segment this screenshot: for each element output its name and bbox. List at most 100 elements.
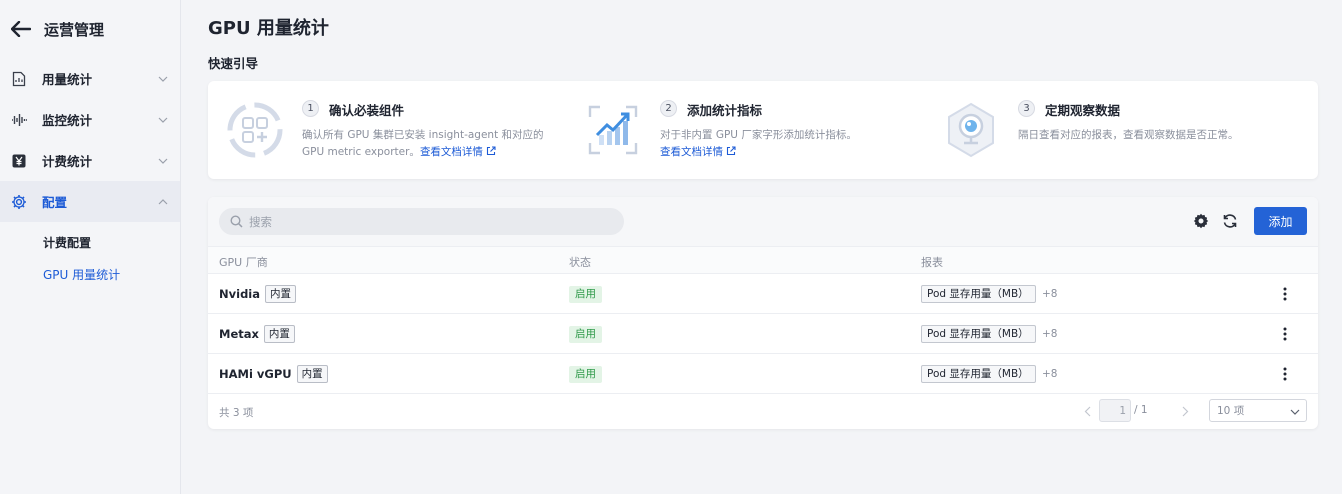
sidebar-title: 运营管理 <box>44 20 105 39</box>
step-number: 1 <box>302 100 319 117</box>
vendor-cell: Nvidia 内置 <box>219 274 296 314</box>
chevron-down-icon <box>158 115 168 125</box>
sidebar-header: 运营管理 <box>0 0 180 58</box>
step-description-line: 隔日查看对应的报表，查看观察数据是否正常。 <box>1018 129 1239 141</box>
search-input[interactable] <box>249 214 609 229</box>
doc-link-label: 查看文档详情 <box>419 146 483 158</box>
status-badge: 启用 <box>569 285 602 303</box>
builtin-tag: 内置 <box>296 365 328 383</box>
step-description-line-2: GPU metric exporter。查看文档详情 <box>302 144 544 161</box>
sidebar-subitem-billing-config[interactable]: 计费配置 <box>0 226 180 258</box>
chevron-down-icon <box>1290 406 1300 418</box>
yen-icon <box>11 153 27 169</box>
components-illustration-icon <box>224 99 286 161</box>
step-description: 对于非内置 GPU 厂家字形添加统计指标。 查看文档详情 <box>660 127 857 161</box>
guide-title: 快速引导 <box>208 56 259 71</box>
doc-link[interactable]: 查看文档详情 <box>660 146 736 158</box>
vendor-name: Nvidia <box>219 287 260 301</box>
back-arrow-icon[interactable] <box>10 18 32 40</box>
pagination-bar: 共 3 项 / 1 10 项 <box>208 394 1318 429</box>
document-chart-icon <box>11 71 27 87</box>
step-description: 隔日查看对应的报表，查看观察数据是否正常。 <box>1018 127 1239 144</box>
report-tag: Pod 显存用量（MB） <box>921 365 1036 383</box>
next-page-chevron-right-icon[interactable] <box>1178 404 1192 418</box>
chevron-up-icon <box>158 197 168 207</box>
more-reports-count[interactable]: +8 <box>1042 328 1057 340</box>
report-cell: Pod 显存用量（MB） +8 <box>921 274 1057 314</box>
sidebar: 运营管理 用量统计 监控统计 计费统计 配置 计费配置 GPU 用量统计 <box>0 0 181 494</box>
report-cell: Pod 显存用量（MB） +8 <box>921 354 1057 394</box>
sidebar-item-monitor[interactable]: 监控统计 <box>0 99 180 140</box>
report-tag: Pod 显存用量（MB） <box>921 325 1036 343</box>
observe-illustration-icon <box>940 99 1002 161</box>
waveform-icon <box>11 112 27 128</box>
step-title: 确认必装组件 <box>329 103 405 118</box>
report-tag: Pod 显存用量（MB） <box>921 285 1036 303</box>
total-pages: / 1 <box>1134 404 1148 416</box>
external-link-icon <box>486 146 496 156</box>
sidebar-item-label: 计费统计 <box>42 154 93 169</box>
add-button[interactable]: 添加 <box>1254 207 1307 235</box>
table-row[interactable]: HAMi vGPU 内置 启用 Pod 显存用量（MB） +8 <box>208 354 1318 394</box>
status-cell: 启用 <box>569 354 602 394</box>
step-description-line: 确认所有 GPU 集群已安装 insight-agent 和对应的 <box>302 129 544 141</box>
step-description-line-2: 查看文档详情 <box>660 144 857 161</box>
table-header: GPU 厂商 状态 报表 <box>208 246 1318 274</box>
step-description-text: GPU metric exporter。 <box>302 146 420 158</box>
table-row[interactable]: Metax 内置 启用 Pod 显存用量（MB） +8 <box>208 314 1318 354</box>
sidebar-subitem-gpu-usage[interactable]: GPU 用量统计 <box>0 258 180 290</box>
chevron-down-icon <box>158 156 168 166</box>
step-title: 定期观察数据 <box>1045 103 1121 118</box>
vendor-name: HAMi vGPU <box>219 367 292 381</box>
sidebar-item-label: 监控统计 <box>42 113 93 128</box>
page-number-input[interactable] <box>1099 399 1131 422</box>
row-actions-kebab-icon[interactable] <box>1278 326 1292 342</box>
more-reports-count[interactable]: +8 <box>1042 288 1057 300</box>
status-cell: 启用 <box>569 314 602 354</box>
status-badge: 启用 <box>569 325 602 343</box>
report-cell: Pod 显存用量（MB） +8 <box>921 314 1057 354</box>
doc-link[interactable]: 查看文档详情 <box>420 146 496 158</box>
vendor-table-card: 添加 GPU 厂商 状态 报表 Nvidia 内置 启用 Pod 显存用量（MB… <box>208 197 1318 429</box>
column-header-report[interactable]: 报表 <box>921 254 943 270</box>
refresh-icon[interactable] <box>1221 212 1239 230</box>
sidebar-item-label: 用量统计 <box>42 72 93 87</box>
row-actions-kebab-icon[interactable] <box>1278 286 1292 302</box>
table-row[interactable]: Nvidia 内置 启用 Pod 显存用量（MB） +8 <box>208 274 1318 314</box>
page-size-value: 10 项 <box>1217 405 1245 417</box>
sidebar-item-usage[interactable]: 用量统计 <box>0 58 180 99</box>
step-description-line: 对于非内置 GPU 厂家字形添加统计指标。 <box>660 129 857 141</box>
sidebar-item-config[interactable]: 配置 <box>0 181 180 222</box>
table-toolbar: 添加 <box>208 197 1318 246</box>
step-number: 2 <box>660 100 677 117</box>
row-actions-kebab-icon[interactable] <box>1278 366 1292 382</box>
page-title: GPU 用量统计 <box>208 18 329 39</box>
page-size-select[interactable]: 10 项 <box>1209 399 1307 422</box>
column-header-status[interactable]: 状态 <box>569 254 591 270</box>
sidebar-item-billing[interactable]: 计费统计 <box>0 140 180 181</box>
step-title: 添加统计指标 <box>687 103 763 118</box>
step-description: 确认所有 GPU 集群已安装 insight-agent 和对应的 GPU me… <box>302 127 544 161</box>
builtin-tag: 内置 <box>265 285 296 303</box>
chart-growth-illustration-icon <box>582 99 644 161</box>
total-count: 共 3 项 <box>219 407 254 419</box>
status-badge: 启用 <box>569 365 602 383</box>
search-icon <box>230 215 243 228</box>
doc-link-label: 查看文档详情 <box>660 146 723 158</box>
more-reports-count[interactable]: +8 <box>1042 368 1057 380</box>
vendor-cell: HAMi vGPU 内置 <box>219 354 328 394</box>
builtin-tag: 内置 <box>263 325 295 343</box>
step-number: 3 <box>1018 100 1035 117</box>
quick-guide-card: 1 确认必装组件 确认所有 GPU 集群已安装 insight-agent 和对… <box>208 81 1318 179</box>
settings-gear-icon[interactable] <box>1192 212 1210 230</box>
prev-page-chevron-left-icon[interactable] <box>1080 404 1094 418</box>
status-cell: 启用 <box>569 274 602 314</box>
sidebar-item-label: 配置 <box>42 195 68 210</box>
chevron-down-icon <box>158 74 168 84</box>
guide-step-2: 2 添加统计指标 对于非内置 GPU 厂家字形添加统计指标。 查看文档详情 <box>568 81 928 179</box>
column-header-vendor[interactable]: GPU 厂商 <box>219 254 268 270</box>
guide-step-1: 1 确认必装组件 确认所有 GPU 集群已安装 insight-agent 和对… <box>208 81 568 179</box>
search-box[interactable] <box>219 208 624 235</box>
guide-step-3: 3 定期观察数据 隔日查看对应的报表，查看观察数据是否正常。 <box>928 81 1318 179</box>
external-link-icon <box>726 146 736 156</box>
